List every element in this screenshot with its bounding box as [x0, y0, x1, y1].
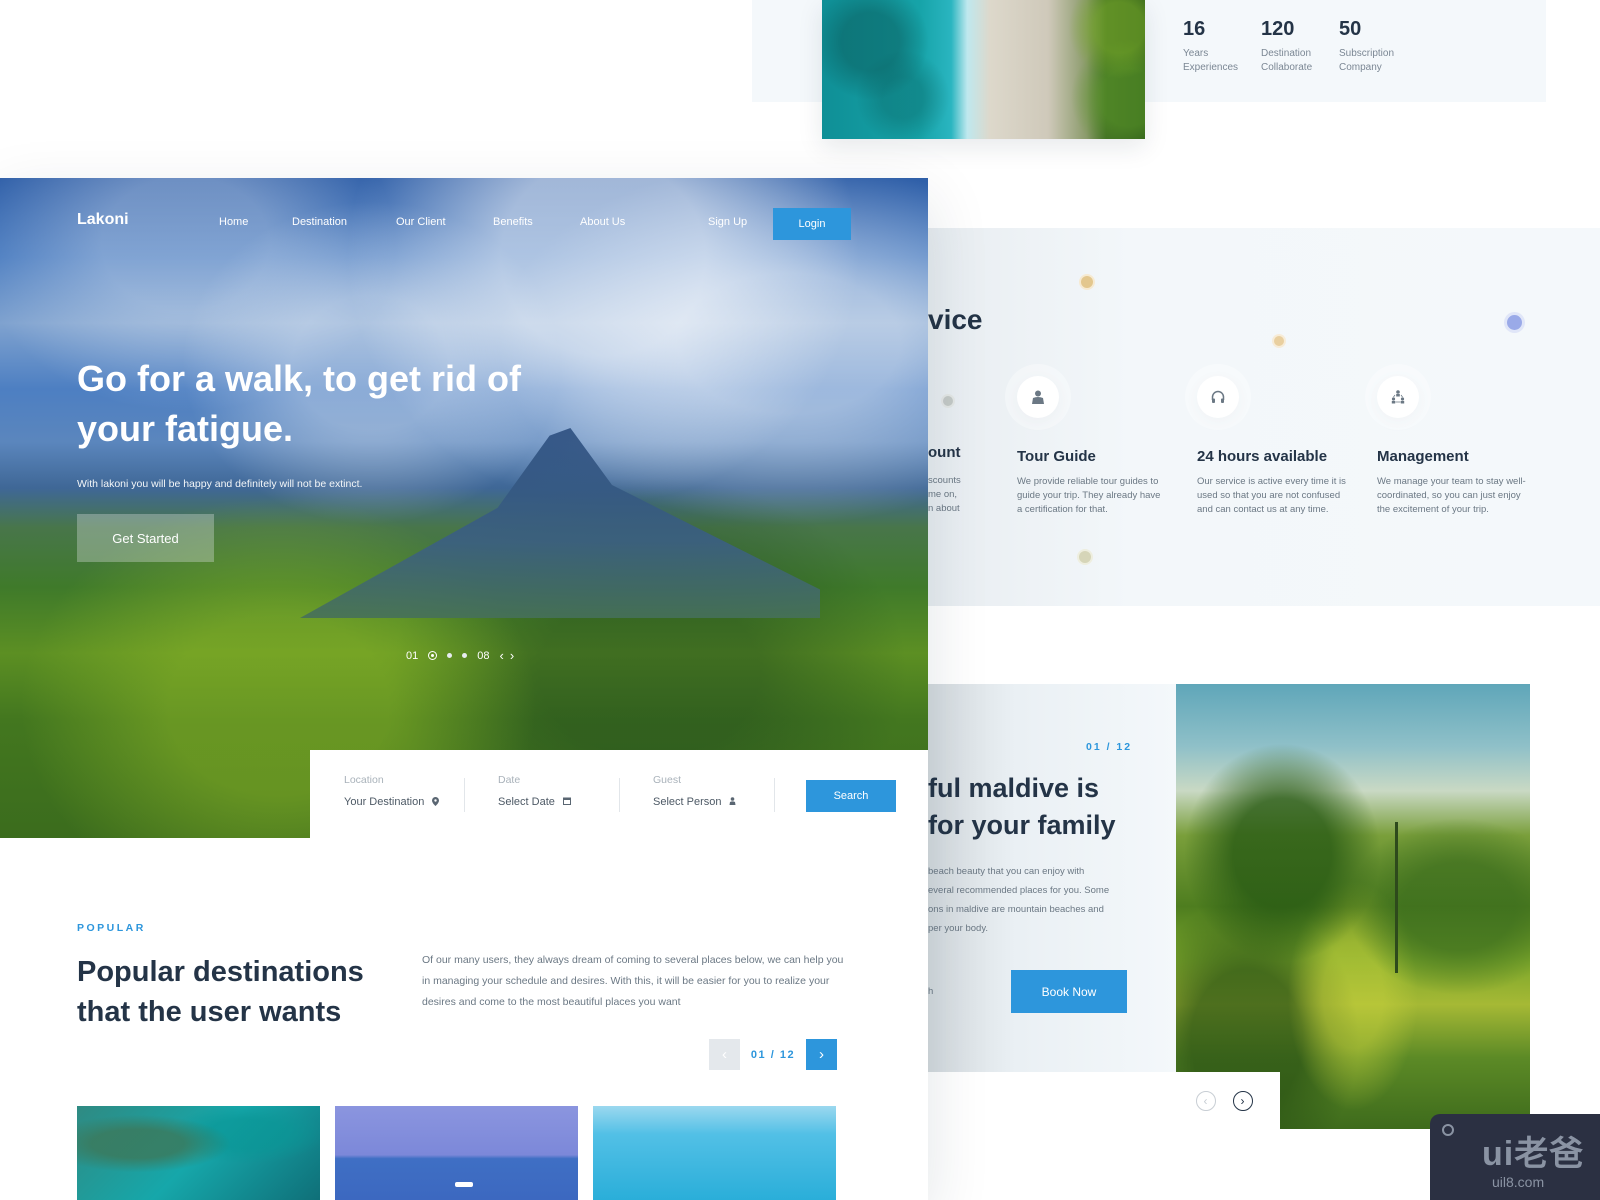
guest-label: Guest — [653, 774, 682, 786]
beach-aerial-photo — [822, 0, 1145, 139]
decorative-dot — [1079, 551, 1091, 563]
nav-benefits[interactable]: Benefits — [493, 216, 533, 228]
service-card-tour-guide: Tour Guide We provide reliable tour guid… — [1017, 376, 1167, 517]
login-button[interactable]: Login — [773, 208, 851, 240]
tag-hole-icon — [1442, 1124, 1454, 1136]
hero-title: Go for a walk, to get rid of your fatigu… — [77, 358, 522, 449]
watermark-url: uil8.com — [1492, 1174, 1545, 1190]
hero-section: Lakoni Home Destination Our Client Benef… — [0, 178, 928, 838]
service-section-title: vice — [928, 304, 983, 335]
hero-slider-controls: 01 08 ‹ › — [406, 648, 514, 663]
team-management-icon — [1377, 376, 1419, 418]
service-title: Management — [1377, 448, 1469, 465]
decorative-dot — [943, 396, 953, 406]
popular-eyebrow: POPULAR — [77, 922, 146, 934]
popular-next-button[interactable]: › — [806, 1039, 837, 1070]
stat-subscriptions: 50 Subscription Company — [1339, 18, 1394, 75]
book-now-button[interactable]: Book Now — [1011, 970, 1127, 1013]
location-label: Location — [344, 774, 384, 786]
service-description: We manage your team to stay well-coordin… — [1377, 476, 1526, 515]
nav-destination[interactable]: Destination — [292, 216, 347, 228]
location-field[interactable]: Location Your Destination — [344, 774, 440, 808]
popular-description: Of our many users, they always dream of … — [422, 954, 844, 1008]
service-title: Tour Guide — [1017, 448, 1096, 465]
popular-pager: ‹ 01 / 12 › — [709, 1039, 837, 1070]
nav-our-client[interactable]: Our Client — [396, 216, 446, 228]
slider-dot[interactable] — [462, 653, 468, 658]
chevron-left-icon[interactable]: ‹ — [500, 648, 504, 663]
maldive-slide-counter: 01 / 12 — [1086, 741, 1133, 753]
stat-label: Destination Collaborate — [1261, 48, 1313, 73]
service-cut-desc-1: scounts — [928, 475, 961, 486]
search-button[interactable]: Search — [806, 780, 896, 812]
chevron-right-icon: › — [1240, 1094, 1245, 1108]
date-input[interactable]: Select Date — [498, 796, 571, 808]
stat-value: 120 — [1261, 18, 1295, 40]
service-cut-desc-3: n about — [928, 503, 960, 514]
watermark-badge: ui老爸 uil8.com — [1430, 1114, 1600, 1200]
date-label: Date — [498, 774, 521, 786]
popular-title: Popular destinations that the user wants — [77, 956, 364, 1028]
sign-up-link[interactable]: Sign Up — [708, 216, 747, 228]
slider-dot-active[interactable] — [428, 651, 438, 660]
divider — [464, 778, 465, 812]
top-navigation: Lakoni Home Destination Our Client Benef… — [0, 178, 928, 268]
destination-card-ocean-boat[interactable] — [335, 1106, 578, 1200]
guest-field[interactable]: Guest Select Person — [653, 774, 736, 808]
decorative-dot — [1274, 336, 1284, 346]
service-description: We provide reliable tour guides to guide… — [1017, 476, 1161, 515]
popular-prev-button[interactable]: ‹ — [709, 1039, 740, 1070]
maldive-prev-button[interactable]: ‹ — [1195, 1091, 1216, 1111]
service-title: 24 hours available — [1197, 448, 1328, 465]
maldive-hill-photo — [1176, 684, 1530, 1129]
tour-guide-icon — [1017, 376, 1059, 418]
maldive-title: ful maldive is for your family — [928, 773, 1116, 840]
popular-page-counter: 01 / 12 — [750, 1048, 796, 1061]
destination-card-sea[interactable] — [593, 1106, 836, 1200]
slider-dot[interactable] — [447, 653, 453, 658]
search-box: Location Your Destination Date Select Da… — [310, 750, 928, 840]
decorative-dot — [1507, 315, 1522, 330]
service-cut-title: ount — [928, 444, 961, 461]
divider — [774, 778, 775, 812]
calendar-icon — [562, 797, 571, 807]
divider — [619, 778, 620, 812]
slide-total: 08 — [477, 649, 490, 662]
service-card-24-hours: 24 hours available Our service is active… — [1197, 376, 1347, 517]
brand-logo[interactable]: Lakoni — [77, 211, 129, 229]
stat-years: 16 Years Experiences — [1183, 18, 1238, 75]
nav-about-us[interactable]: About Us — [580, 216, 625, 228]
guest-input[interactable]: Select Person — [653, 796, 736, 808]
watermark-logo: ui老爸 — [1482, 1135, 1585, 1173]
chevron-right-icon[interactable]: › — [510, 648, 514, 663]
stat-label: Years Experiences — [1183, 48, 1239, 73]
chevron-left-icon: ‹ — [1203, 1094, 1208, 1108]
stat-value: 50 — [1339, 18, 1362, 40]
stat-destinations: 120 Destination Collaborate — [1261, 18, 1312, 75]
maldive-slider-nav: ‹ › — [1168, 1072, 1280, 1130]
chevron-right-icon: › — [819, 1046, 824, 1063]
service-cut-desc-2: me on, — [928, 489, 958, 500]
stat-label: Subscription Company — [1339, 48, 1395, 73]
volcano-shape — [300, 428, 820, 618]
nav-home[interactable]: Home — [219, 216, 248, 228]
chevron-left-icon: ‹ — [722, 1046, 727, 1063]
service-description: Our service is active every time it is u… — [1197, 476, 1346, 515]
maldive-cut-text: h — [928, 986, 934, 997]
date-field[interactable]: Date Select Date — [498, 774, 571, 808]
maldive-next-button[interactable]: › — [1232, 1091, 1253, 1111]
hero-subtitle: With lakoni you will be happy and defini… — [77, 478, 363, 490]
map-pin-icon — [432, 796, 440, 808]
person-icon — [729, 797, 736, 807]
landing-page: Lakoni Home Destination Our Client Benef… — [0, 178, 928, 1200]
maldive-description: beach beauty that you can enjoy with eve… — [928, 866, 1110, 934]
slide-current: 01 — [406, 649, 419, 662]
decorative-dot — [1081, 276, 1093, 288]
headphones-icon — [1197, 376, 1239, 418]
destination-card-reef[interactable] — [77, 1106, 320, 1200]
get-started-button[interactable]: Get Started — [77, 514, 214, 562]
stat-value: 16 — [1183, 18, 1206, 40]
service-card-management: Management We manage your team to stay w… — [1377, 376, 1527, 517]
location-input[interactable]: Your Destination — [344, 796, 440, 808]
